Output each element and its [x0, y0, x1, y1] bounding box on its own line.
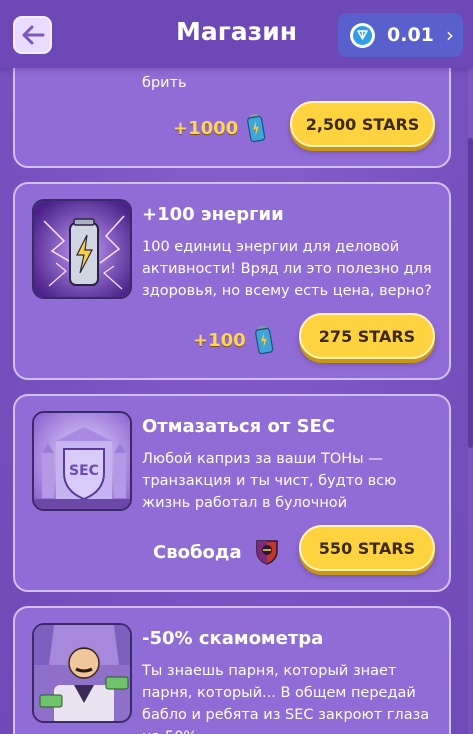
buy-button[interactable]: 275 STARS	[299, 313, 435, 359]
shop-item-card: SEC Отмазаться от SEC Любой каприз за ва…	[13, 394, 451, 592]
sec-shield-image: SEC	[32, 411, 132, 511]
balance-value: 0.01	[387, 24, 434, 46]
item-reward: +1000	[173, 113, 266, 143]
reward-value: +1000	[173, 117, 239, 139]
item-reward: Свобода	[153, 538, 280, 566]
shop-item-card: -50% скамометра Ты знаешь парня, который…	[13, 606, 451, 734]
item-title: Отмазаться от SEC	[142, 416, 336, 437]
energy-drink-image	[32, 199, 132, 299]
item-reward: +100	[193, 325, 273, 355]
item-description: 100 единиц энергии для деловой активност…	[142, 239, 432, 299]
app-header: Магазин 0.01 ›	[0, 0, 473, 68]
ton-icon	[350, 22, 375, 48]
freedom-shield-icon	[255, 540, 278, 565]
scrollbar-thumb[interactable]	[468, 138, 473, 448]
buy-button[interactable]: 550 STARS	[299, 525, 435, 571]
energy-battery-icon	[247, 113, 266, 143]
buy-button[interactable]: 2,500 STARS	[290, 101, 435, 147]
item-description: брить	[142, 75, 187, 91]
item-title: +100 энергии	[142, 204, 284, 225]
item-description: Ты знаешь парня, который знает парня, ко…	[142, 663, 430, 734]
reward-value: Свобода	[153, 541, 242, 563]
reward-value: +100	[193, 329, 246, 351]
svg-text:SEC: SEC	[69, 463, 99, 479]
item-title: -50% скамометра	[142, 628, 324, 649]
energy-battery-icon	[254, 325, 273, 355]
item-description: Любой каприз за ваши ТОНы — транзакция и…	[142, 451, 397, 511]
wallet-balance-button[interactable]: 0.01 ›	[338, 13, 463, 57]
shop-item-card: +100 энергии 100 единиц энергии для дело…	[13, 182, 451, 380]
chevron-right-icon: ›	[445, 23, 454, 47]
scrollbar[interactable]	[468, 68, 473, 734]
mobster-image	[32, 623, 132, 723]
